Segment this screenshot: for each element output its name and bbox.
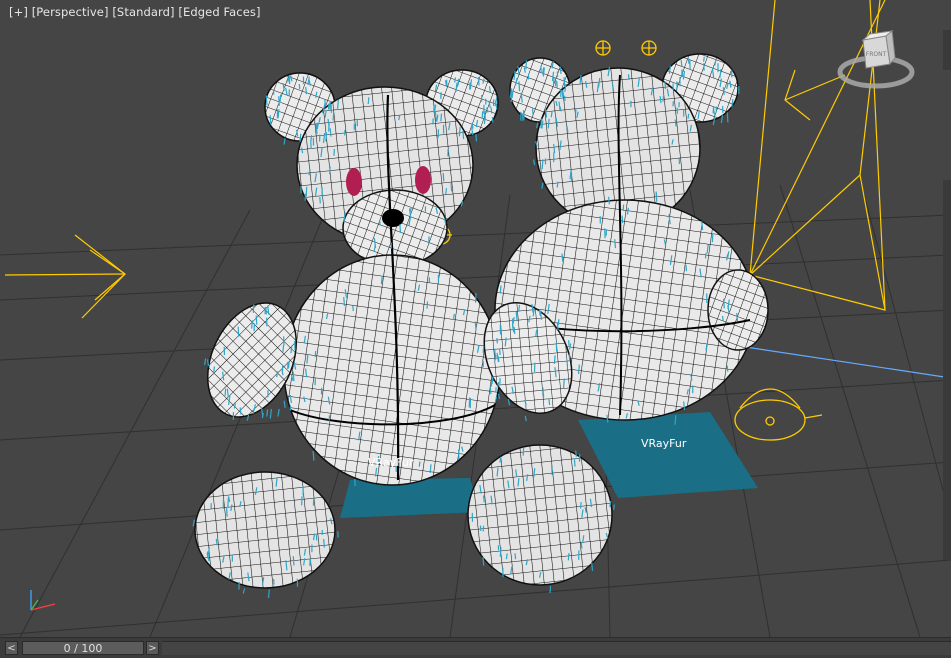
viewport-label-menu: [+] [Perspective] [Standard] [Edged Face… — [9, 5, 261, 19]
right-panel-edge — [943, 180, 951, 560]
next-frame-button[interactable]: > — [146, 641, 159, 655]
viewport-menu-standard[interactable]: [Standard] — [112, 5, 174, 19]
prev-frame-button[interactable]: < — [5, 641, 18, 655]
perspective-viewport[interactable]: [+] [Perspective] [Standard] [Edged Face… — [0, 0, 951, 637]
right-panel-edge-top — [943, 30, 951, 70]
timeline-track[interactable] — [162, 641, 951, 655]
viewcube-face-label: FRONT — [866, 51, 887, 58]
time-slider-bar: < 0 / 100 > — [0, 637, 951, 658]
viewcube-navigator[interactable]: FRONT — [836, 30, 916, 96]
camera-helper-icon — [734, 388, 823, 441]
directional-light-icon — [4, 234, 126, 319]
vrayfur-label-front: VRayFur — [368, 456, 414, 469]
viewport-menu-plus[interactable]: [+] — [9, 5, 28, 19]
viewport-menu-edged-faces[interactable]: [Edged Faces] — [178, 5, 260, 19]
bear-nose — [382, 209, 404, 227]
viewport-menu-perspective[interactable]: [Perspective] — [32, 5, 109, 19]
scene-canvas[interactable] — [0, 0, 951, 637]
time-slider[interactable]: 0 / 100 — [22, 641, 144, 655]
bear-eye-left — [346, 168, 362, 196]
vrayfur-label-back: VRayFur — [641, 437, 687, 450]
axis-tripod — [30, 590, 56, 611]
bear-eye-right — [415, 166, 431, 194]
